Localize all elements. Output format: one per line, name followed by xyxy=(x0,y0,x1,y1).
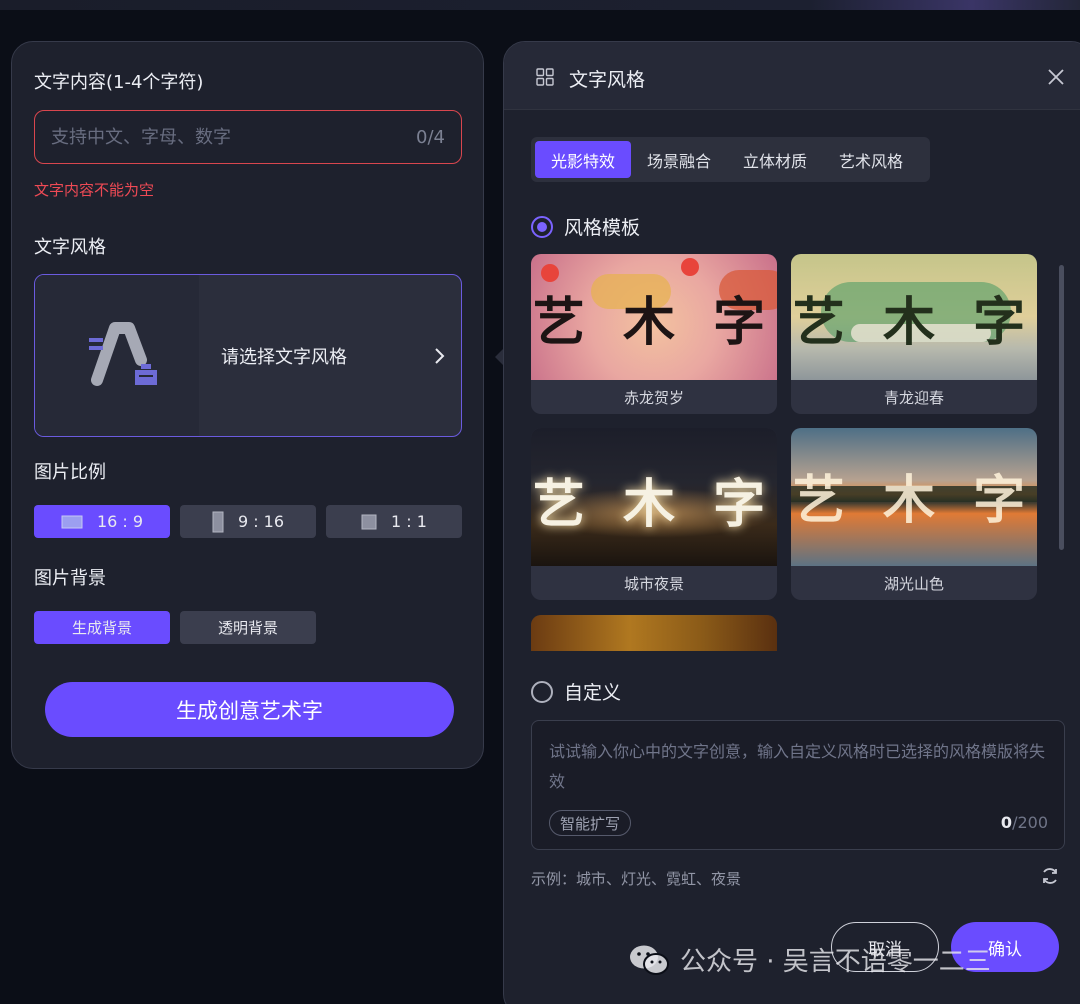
settings-panel: 文字内容(1-4个字符) 0/4 文字内容不能为空 文字风格 请选择文字风格 图… xyxy=(11,41,484,769)
text-style-icon xyxy=(89,322,157,386)
text-style-dialog: 文字风格 光影特效 场景融合 立体材质 艺术风格 风格模板 艺 木 字 赤龙贺岁… xyxy=(503,41,1080,1004)
text-content-label: 文字内容(1-4个字符) xyxy=(34,72,204,93)
template-card-city-night[interactable]: 艺 木 字 城市夜景 xyxy=(531,428,777,600)
text-style-picker[interactable]: 请选择文字风格 xyxy=(34,274,462,437)
portrait-ratio-icon xyxy=(212,511,224,532)
ratio-options: 16 : 9 9 : 16 1 : 1 xyxy=(34,505,462,538)
template-radio-label: 风格模板 xyxy=(564,217,641,239)
tab-scene-fusion[interactable]: 场景融合 xyxy=(631,141,727,178)
custom-style-input[interactable] xyxy=(549,737,1049,797)
custom-counter-max: /200 xyxy=(1012,813,1048,832)
ratio-1-1-button[interactable]: 1 : 1 xyxy=(326,505,462,538)
template-image: 艺 木 字 xyxy=(531,254,777,380)
template-name: 城市夜景 xyxy=(623,574,684,593)
template-image: 艺 木 字 xyxy=(791,254,1037,380)
watermark: 公众号 · 吴言不语零一二三 xyxy=(628,941,991,978)
style-placeholder-thumb xyxy=(35,275,199,436)
close-icon[interactable] xyxy=(1047,68,1065,86)
square-ratio-icon xyxy=(361,514,377,529)
custom-radio-button[interactable] xyxy=(531,680,553,703)
template-image: 艺 木 字 xyxy=(531,428,777,566)
template-name: 赤龙贺岁 xyxy=(623,388,684,407)
tab-art-style[interactable]: 艺术风格 xyxy=(823,141,919,178)
smart-expand-button[interactable]: 智能扩写 xyxy=(549,810,632,836)
custom-radio[interactable]: 自定义 xyxy=(531,678,621,705)
background-label: 图片背景 xyxy=(34,568,106,589)
watermark-text: 公众号 · 吴言不语零一二三 xyxy=(680,947,991,977)
templates-scrollbar[interactable] xyxy=(1059,265,1064,550)
template-art-text: 艺 木 字 xyxy=(792,292,1036,353)
template-name: 青龙迎春 xyxy=(883,388,944,407)
ratio-9-16-label: 9 : 16 xyxy=(237,512,285,531)
top-bar xyxy=(0,0,1080,10)
template-radio[interactable]: 风格模板 xyxy=(531,213,640,240)
template-card-lake-mountain[interactable]: 艺 木 字 湖光山色 xyxy=(791,428,1037,600)
text-style-label: 文字风格 xyxy=(34,237,106,258)
tab-light-effects[interactable]: 光影特效 xyxy=(535,141,632,178)
generate-background-button[interactable]: 生成背景 xyxy=(34,611,170,644)
template-card-red-dragon[interactable]: 艺 木 字 赤龙贺岁 xyxy=(531,254,777,414)
custom-style-box: 智能扩写 0/200 xyxy=(531,720,1065,850)
template-art-text: 艺 木 字 xyxy=(532,474,776,535)
template-name: 湖光山色 xyxy=(883,574,944,593)
custom-radio-label: 自定义 xyxy=(564,682,622,704)
grid-icon xyxy=(536,68,554,86)
template-card-partial[interactable] xyxy=(531,615,777,651)
text-content-input[interactable] xyxy=(51,126,417,148)
ratio-16-9-button[interactable]: 16 : 9 xyxy=(34,505,170,538)
landscape-ratio-icon xyxy=(61,515,83,528)
template-art-text: 艺 木 字 xyxy=(532,292,776,353)
ratio-9-16-button[interactable]: 9 : 16 xyxy=(180,505,316,538)
dialog-header: 文字风格 xyxy=(504,42,1080,110)
text-content-field[interactable]: 0/4 xyxy=(34,110,462,164)
style-category-tabs: 光影特效 场景融合 立体材质 艺术风格 xyxy=(531,137,930,182)
template-art-text: 艺 木 字 xyxy=(792,470,1036,531)
example-text: 示例：城市、灯光、霓虹、夜景 xyxy=(531,870,742,888)
style-picker-text: 请选择文字风格 xyxy=(221,346,347,368)
transparent-background-button[interactable]: 透明背景 xyxy=(180,611,316,644)
dialog-title: 文字风格 xyxy=(569,69,646,91)
background-options: 生成背景 透明背景 xyxy=(34,611,316,644)
text-content-error: 文字内容不能为空 xyxy=(34,181,155,199)
custom-style-counter: 0/200 xyxy=(1001,813,1048,832)
refresh-icon[interactable] xyxy=(1040,866,1060,886)
template-image: 艺 木 字 xyxy=(791,428,1037,566)
template-radio-button[interactable] xyxy=(531,215,553,238)
ratio-label: 图片比例 xyxy=(34,462,106,483)
custom-counter-value: 0 xyxy=(1000,813,1013,832)
chevron-right-icon xyxy=(417,275,461,436)
text-content-counter: 0/4 xyxy=(416,126,445,148)
ratio-1-1-label: 1 : 1 xyxy=(391,512,427,531)
template-image xyxy=(531,615,777,651)
template-card-blue-dragon[interactable]: 艺 木 字 青龙迎春 xyxy=(791,254,1037,414)
wechat-icon xyxy=(630,945,669,975)
ratio-16-9-label: 16 : 9 xyxy=(96,512,144,531)
tab-3d-material[interactable]: 立体材质 xyxy=(727,141,823,178)
generate-art-text-button[interactable]: 生成创意艺术字 xyxy=(45,682,454,737)
